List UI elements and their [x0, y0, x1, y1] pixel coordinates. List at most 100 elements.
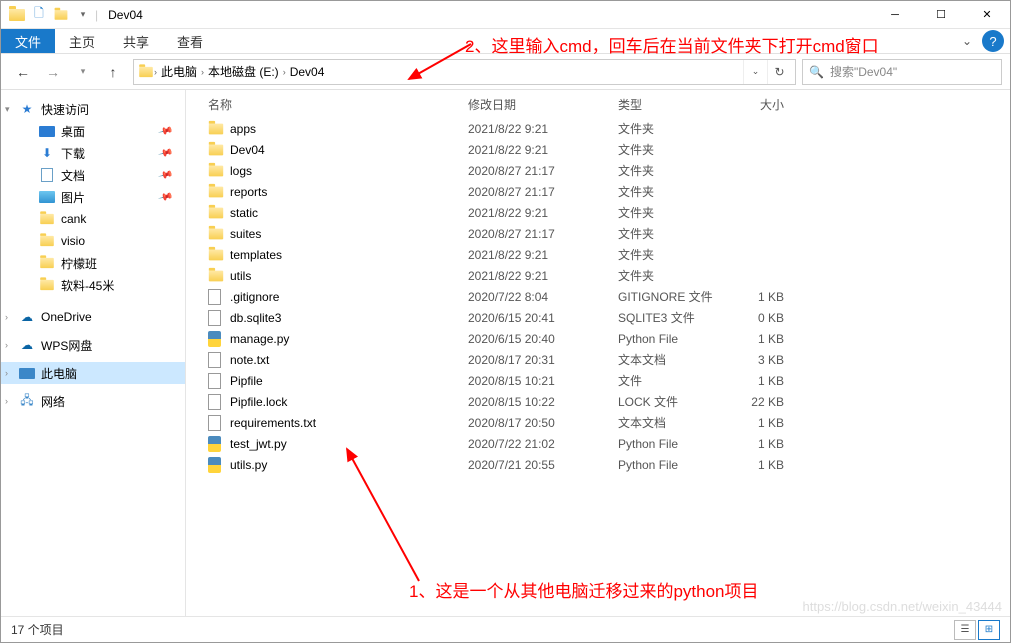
file-name: .gitignore: [230, 290, 468, 304]
close-button[interactable]: ✕: [964, 1, 1010, 29]
sidebar-item-文档[interactable]: 文档📌: [1, 164, 185, 186]
file-date: 2021/8/22 9:21: [468, 206, 618, 220]
sidebar-item-label: 下载: [61, 145, 85, 162]
sidebar-item-软料-45米[interactable]: 软料-45米: [1, 274, 185, 296]
search-icon: 🔍: [809, 65, 824, 79]
file-size: 22 KB: [728, 395, 800, 409]
table-row[interactable]: utils.py2020/7/21 20:55Python File1 KB: [186, 454, 1010, 475]
sidebar-item-label: 桌面: [61, 123, 85, 140]
ribbon-tab-view[interactable]: 查看: [163, 29, 217, 53]
table-row[interactable]: note.txt2020/8/17 20:31文本文档3 KB: [186, 349, 1010, 370]
recent-dropdown[interactable]: ▾: [69, 59, 97, 85]
search-input[interactable]: 🔍 搜索"Dev04": [802, 59, 1002, 85]
view-details-button[interactable]: ☰: [954, 620, 976, 640]
file-name: reports: [230, 185, 468, 199]
column-date[interactable]: 修改日期: [468, 96, 618, 113]
file-icon: [208, 123, 230, 135]
maximize-button[interactable]: ☐: [918, 1, 964, 29]
table-row[interactable]: suites2020/8/27 21:17文件夹: [186, 223, 1010, 244]
file-icon: [208, 249, 230, 261]
help-button[interactable]: ?: [982, 30, 1004, 52]
ribbon-tab-home[interactable]: 主页: [55, 29, 109, 53]
column-size[interactable]: 大小: [728, 96, 800, 113]
sidebar-onedrive[interactable]: › ☁ OneDrive: [1, 306, 185, 328]
table-row[interactable]: reports2020/8/27 21:17文件夹: [186, 181, 1010, 202]
caret-icon[interactable]: ▾: [5, 104, 10, 115]
caret-icon[interactable]: ›: [5, 368, 8, 378]
file-name: Pipfile.lock: [230, 395, 468, 409]
file-size: 3 KB: [728, 353, 800, 367]
refresh-button[interactable]: ↻: [767, 60, 791, 84]
back-button[interactable]: ←: [9, 59, 37, 85]
sidebar-item-label: 快速访问: [41, 101, 89, 118]
dropdown-icon[interactable]: ▾: [73, 5, 93, 25]
caret-icon[interactable]: ›: [5, 396, 8, 406]
table-row[interactable]: Pipfile2020/8/15 10:21文件1 KB: [186, 370, 1010, 391]
minimize-button[interactable]: ─: [872, 1, 918, 29]
ribbon-file-tab[interactable]: 文件: [1, 29, 55, 53]
forward-button[interactable]: →: [39, 59, 67, 85]
table-row[interactable]: static2021/8/22 9:21文件夹: [186, 202, 1010, 223]
view-tiles-button[interactable]: ⊞: [978, 620, 1000, 640]
sidebar-item-cank[interactable]: cank: [1, 208, 185, 230]
table-row[interactable]: .gitignore2020/7/22 8:04GITIGNORE 文件1 KB: [186, 286, 1010, 307]
address-dropdown-button[interactable]: ⌄: [743, 60, 767, 84]
breadcrumb[interactable]: 本地磁盘 (E:): [204, 63, 283, 80]
file-name: templates: [230, 248, 468, 262]
column-type[interactable]: 类型: [618, 96, 728, 113]
file-type: 文件夹: [618, 141, 728, 158]
navigation-bar: ← → ▾ ↑ › 此电脑 › 本地磁盘 (E:) › Dev04 ⌄ ↻ 🔍 …: [1, 54, 1010, 90]
up-button[interactable]: ↑: [99, 59, 127, 85]
sidebar-item-桌面[interactable]: 桌面📌: [1, 120, 185, 142]
file-date: 2021/8/22 9:21: [468, 143, 618, 157]
column-headers: 名称 修改日期 类型 大小: [186, 90, 1010, 118]
sidebar-item-label: 此电脑: [41, 365, 77, 382]
folder-icon: [39, 255, 55, 271]
sidebar-item-图片[interactable]: 图片📌: [1, 186, 185, 208]
sidebar-item-下载[interactable]: ⬇下载📌: [1, 142, 185, 164]
window-title: Dev04: [108, 8, 143, 22]
file-name: utils: [230, 269, 468, 283]
sidebar-network[interactable]: › 🖧 网络: [1, 390, 185, 412]
breadcrumb[interactable]: 此电脑: [157, 63, 201, 80]
table-row[interactable]: apps2021/8/22 9:21文件夹: [186, 118, 1010, 139]
file-icon: [208, 289, 230, 305]
table-row[interactable]: requirements.txt2020/8/17 20:50文本文档1 KB: [186, 412, 1010, 433]
table-row[interactable]: manage.py2020/6/15 20:40Python File1 KB: [186, 328, 1010, 349]
file-icon: [208, 186, 230, 198]
table-row[interactable]: utils2021/8/22 9:21文件夹: [186, 265, 1010, 286]
table-row[interactable]: Pipfile.lock2020/8/15 10:22LOCK 文件22 KB: [186, 391, 1010, 412]
pc-icon: [19, 365, 35, 381]
file-size: 1 KB: [728, 458, 800, 472]
file-type: GITIGNORE 文件: [618, 288, 728, 305]
file-icon: [208, 165, 230, 177]
address-bar[interactable]: › 此电脑 › 本地磁盘 (E:) › Dev04 ⌄ ↻: [133, 59, 796, 85]
file-pane: 名称 修改日期 类型 大小 apps2021/8/22 9:21文件夹Dev04…: [186, 90, 1010, 617]
column-name[interactable]: 名称: [208, 96, 468, 113]
properties-icon[interactable]: [51, 5, 71, 25]
table-row[interactable]: logs2020/8/27 21:17文件夹: [186, 160, 1010, 181]
file-icon: [208, 394, 230, 410]
sidebar-wps[interactable]: › ☁ WPS网盘: [1, 334, 185, 356]
navigation-pane: ▾ ★ 快速访问 桌面📌⬇下载📌文档📌图片📌cankvisio柠檬班软料-45米…: [1, 90, 186, 617]
status-bar: 17 个项目 ☰ ⊞: [1, 616, 1010, 642]
sidebar-item-visio[interactable]: visio: [1, 230, 185, 252]
quickaccess-save-icon[interactable]: 🗋: [29, 5, 49, 25]
ribbon-tab-share[interactable]: 共享: [109, 29, 163, 53]
sidebar-item-柠檬班[interactable]: 柠檬班: [1, 252, 185, 274]
table-row[interactable]: test_jwt.py2020/7/22 21:02Python File1 K…: [186, 433, 1010, 454]
pin-icon: 📌: [157, 167, 173, 183]
pin-icon: 📌: [157, 189, 173, 205]
breadcrumb[interactable]: Dev04: [286, 65, 329, 79]
ribbon-tabs: 文件 主页 共享 查看 ⌄ ?: [1, 29, 1010, 54]
sidebar-quick-access[interactable]: ▾ ★ 快速访问: [1, 98, 185, 120]
ribbon-expand-button[interactable]: ⌄: [952, 29, 982, 53]
file-size: 1 KB: [728, 332, 800, 346]
caret-icon[interactable]: ›: [5, 340, 8, 350]
table-row[interactable]: templates2021/8/22 9:21文件夹: [186, 244, 1010, 265]
table-row[interactable]: db.sqlite32020/6/15 20:41SQLITE3 文件0 KB: [186, 307, 1010, 328]
cloud-icon: ☁: [19, 337, 35, 353]
sidebar-this-pc[interactable]: › 此电脑: [1, 362, 185, 384]
table-row[interactable]: Dev042021/8/22 9:21文件夹: [186, 139, 1010, 160]
caret-icon[interactable]: ›: [5, 312, 8, 322]
